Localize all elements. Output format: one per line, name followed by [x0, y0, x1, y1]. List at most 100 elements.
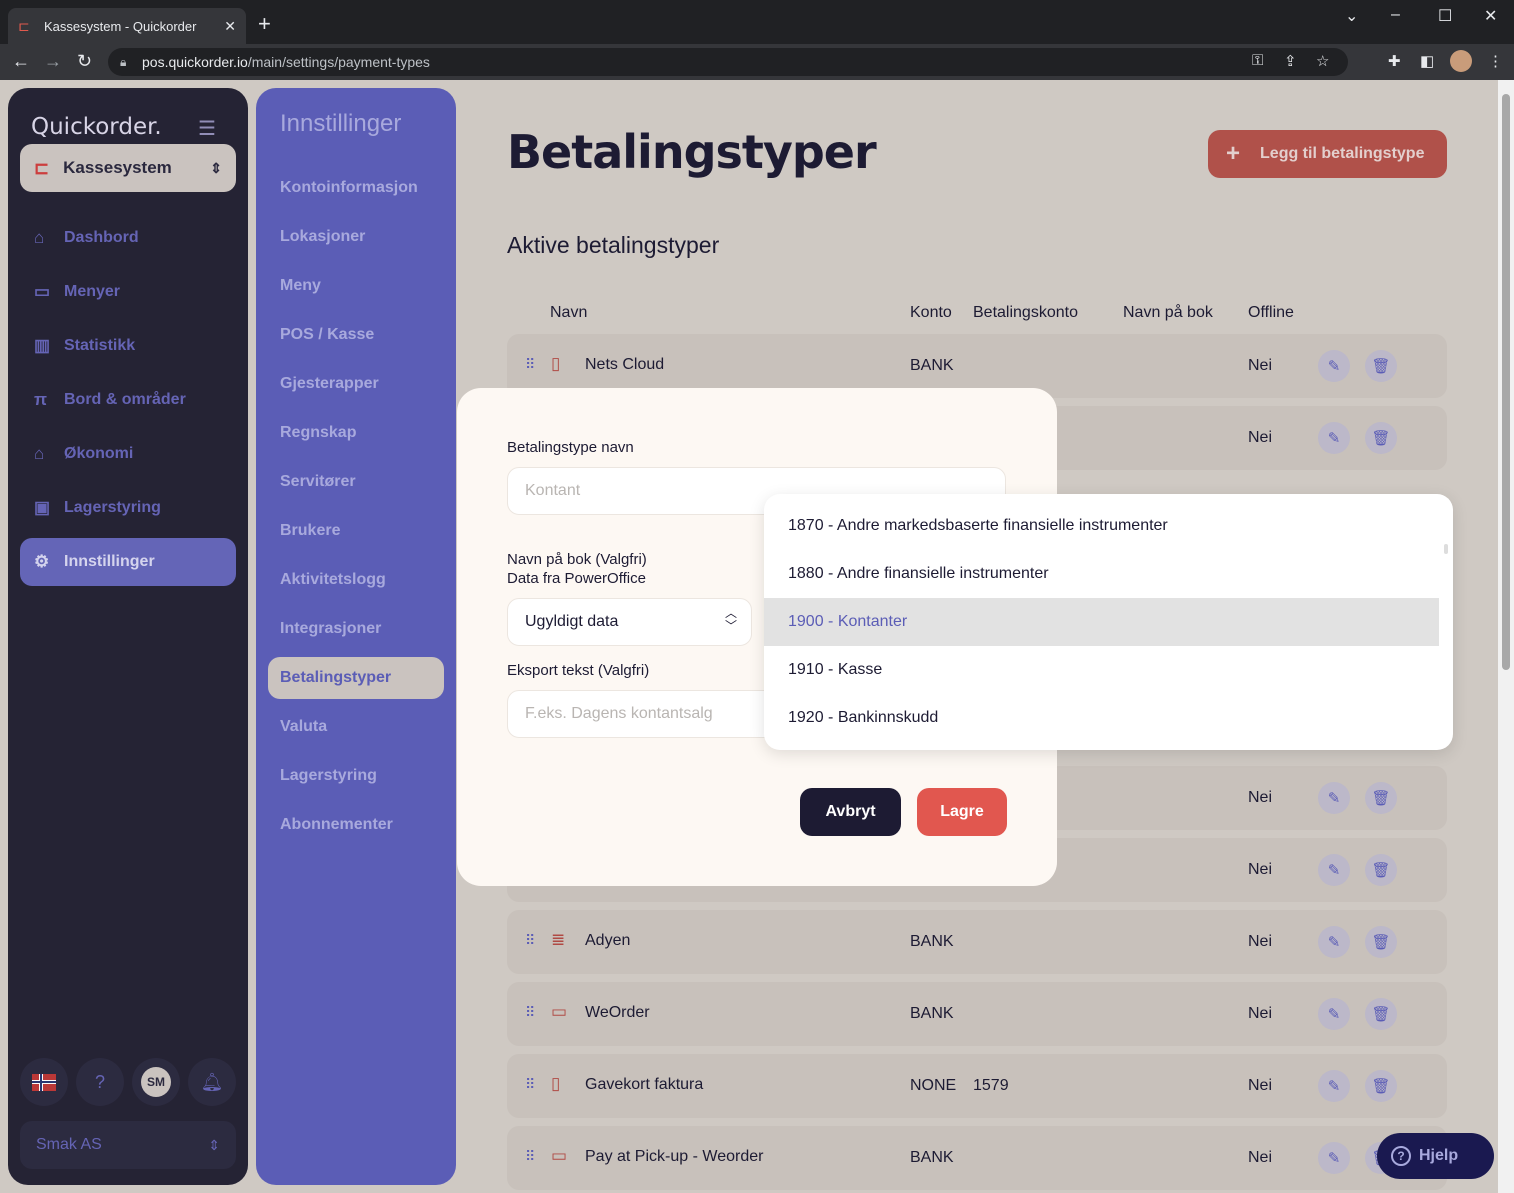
export-text-input[interactable]: F.eks. Dagens kontantsalg	[507, 690, 807, 738]
browser-tab[interactable]: ⊏ Kassesystem - Quickorder ✕	[8, 8, 246, 44]
help-chat-button[interactable]: ? Hjelp	[1377, 1133, 1494, 1179]
settings-item-gjesterapper[interactable]: Gjesterapper	[268, 363, 444, 405]
home-icon: ⌂	[34, 228, 45, 247]
settings-item-brukere[interactable]: Brukere	[268, 510, 444, 552]
chevron-updown-icon: ⇕	[208, 1136, 220, 1153]
table-row[interactable]: ⠿ ▭ WeOrder BANK Nei ✎ 🗑︎	[507, 982, 1447, 1046]
account-dropdown[interactable]: 1870 - Andre markedsbaserte finansielle …	[764, 494, 1453, 750]
settings-item-kontoinformasjon[interactable]: Kontoinformasjon	[268, 167, 444, 209]
nav-dashbord[interactable]: ⌂ Dashbord	[20, 214, 236, 262]
extensions-icon[interactable]: ✚	[1388, 52, 1401, 70]
dropdown-option[interactable]: 1910 - Kasse	[764, 646, 1439, 694]
settings-item-betalingstyper[interactable]: Betalingstyper	[268, 657, 444, 699]
settings-item-pos-kasse[interactable]: POS / Kasse	[268, 314, 444, 356]
user-avatar-button[interactable]: SM	[132, 1058, 180, 1106]
drag-handle-icon[interactable]: ⠿	[525, 356, 535, 373]
nav-okonomi[interactable]: ⌂ Økonomi	[20, 430, 236, 478]
settings-item-abonnementer[interactable]: Abonnementer	[268, 804, 444, 846]
page-scrollbar[interactable]	[1498, 80, 1514, 1193]
edit-pencil-icon[interactable]: ✎	[1318, 998, 1350, 1030]
notifications-button[interactable]: 🔔︎	[188, 1058, 236, 1106]
settings-item-regnskap[interactable]: Regnskap	[268, 412, 444, 454]
drag-handle-icon[interactable]: ⠿	[525, 932, 535, 949]
settings-item-integrasjoner[interactable]: Integrasjoner	[268, 608, 444, 650]
bell-icon: 🔔︎	[200, 1071, 224, 1092]
company-select[interactable]: Smak AS ⇕	[20, 1121, 236, 1169]
coins-icon: ≣	[551, 930, 566, 949]
maximize-icon[interactable]: ☐	[1438, 6, 1452, 26]
table-row[interactable]: ⠿ ▯ Gavekort faktura NONE 1579 Nei ✎ 🗑︎	[507, 1054, 1447, 1118]
nav-lagerstyring[interactable]: ▣ Lagerstyring	[20, 484, 236, 532]
book-select[interactable]: Ugyldigt data ︿ ﹀	[507, 598, 752, 646]
nav-menyer[interactable]: ▭ Menyer	[20, 268, 236, 316]
drag-handle-icon[interactable]: ⠿	[525, 1004, 535, 1021]
table-row[interactable]: ⠿ ≣ Adyen BANK Nei ✎ 🗑︎	[507, 910, 1447, 974]
quickorder-favicon-icon: ⊏	[18, 18, 30, 34]
delete-trash-icon[interactable]: 🗑︎	[1365, 422, 1397, 454]
chrome-profile-avatar[interactable]	[1450, 50, 1472, 72]
edit-pencil-icon[interactable]: ✎	[1318, 350, 1350, 382]
settings-item-lagerstyring[interactable]: Lagerstyring	[268, 755, 444, 797]
nav-label: Statistikk	[64, 337, 136, 354]
new-tab-icon[interactable]: +	[258, 12, 271, 36]
column-header-navn: Navn	[550, 304, 588, 321]
edit-pencil-icon[interactable]: ✎	[1318, 854, 1350, 886]
menu-kebab-icon[interactable]: ⋮	[1488, 52, 1503, 70]
gear-icon: ⚙	[34, 552, 50, 571]
cancel-button[interactable]: Avbryt	[800, 788, 901, 836]
edit-pencil-icon[interactable]: ✎	[1318, 926, 1350, 958]
row-konto: BANK	[910, 1005, 954, 1022]
edit-pencil-icon[interactable]: ✎	[1318, 1070, 1350, 1102]
dropdown-option[interactable]: 1870 - Andre markedsbaserte finansielle …	[764, 502, 1439, 550]
org-select[interactable]: ⊏ Kassesystem ⇕	[20, 144, 236, 192]
minimize-icon[interactable]: –	[1391, 6, 1400, 24]
row-name: Pay at Pick-up - Weorder	[585, 1148, 764, 1165]
close-window-icon[interactable]: ✕	[1484, 6, 1497, 26]
forward-icon[interactable]: →	[44, 51, 62, 72]
delete-trash-icon[interactable]: 🗑︎	[1365, 350, 1397, 382]
delete-trash-icon[interactable]: 🗑︎	[1365, 926, 1397, 958]
address-bar[interactable]: 🔒︎ pos.quickorder.io/main/settings/payme…	[108, 48, 1348, 76]
language-flag-button[interactable]	[20, 1058, 68, 1106]
dropdown-option[interactable]: 1880 - Andre finansielle instrumenter	[764, 550, 1439, 598]
bookmark-star-icon[interactable]: ☆	[1316, 52, 1329, 70]
settings-item-aktivitetslogg[interactable]: Aktivitetslogg	[268, 559, 444, 601]
dropdown-option-selected[interactable]: 1900 - Kontanter	[764, 598, 1439, 646]
row-name: WeOrder	[585, 1004, 650, 1021]
dropdown-option[interactable]: 1920 - Bankinnskudd	[764, 694, 1439, 742]
reload-icon[interactable]: ↻	[77, 51, 92, 72]
settings-item-lokasjoner[interactable]: Lokasjoner	[268, 216, 444, 258]
row-name: Adyen	[585, 932, 631, 949]
settings-item-servitorer[interactable]: Servitører	[268, 461, 444, 503]
share-icon[interactable]: ⇪	[1284, 52, 1297, 70]
add-payment-type-button[interactable]: + Legg til betalingstype	[1208, 130, 1447, 178]
save-button[interactable]: Lagre	[917, 788, 1007, 836]
scrollbar-thumb[interactable]	[1502, 94, 1510, 670]
help-button[interactable]: ?	[76, 1058, 124, 1106]
edit-pencil-icon[interactable]: ✎	[1318, 1142, 1350, 1174]
nav-bord-omrader[interactable]: π Bord & områder	[20, 376, 236, 424]
row-name: Gavekort faktura	[585, 1076, 704, 1093]
edit-pencil-icon[interactable]: ✎	[1318, 782, 1350, 814]
delete-trash-icon[interactable]: 🗑︎	[1365, 782, 1397, 814]
settings-item-meny[interactable]: Meny	[268, 265, 444, 307]
nav-innstillinger[interactable]: ⚙ Innstillinger	[20, 538, 236, 586]
nav-statistikk[interactable]: ▥ Statistikk	[20, 322, 236, 370]
drag-handle-icon[interactable]: ⠿	[525, 1076, 535, 1093]
dropdown-scrollbar[interactable]	[1444, 544, 1448, 554]
delete-trash-icon[interactable]: 🗑︎	[1365, 1070, 1397, 1102]
delete-trash-icon[interactable]: 🗑︎	[1365, 998, 1397, 1030]
edit-pencil-icon[interactable]: ✎	[1318, 422, 1350, 454]
collapse-sidebar-icon[interactable]: ☰	[198, 116, 216, 141]
settings-item-valuta[interactable]: Valuta	[268, 706, 444, 748]
back-icon[interactable]: ←	[12, 51, 30, 72]
drag-handle-icon[interactable]: ⠿	[525, 1148, 535, 1165]
tab-close-icon[interactable]: ✕	[224, 18, 236, 35]
key-icon[interactable]: ⚿	[1252, 52, 1263, 69]
delete-trash-icon[interactable]: 🗑︎	[1365, 854, 1397, 886]
plus-icon: +	[1226, 140, 1241, 167]
archive-icon: ▣	[34, 498, 51, 517]
tab-search-icon[interactable]: ⌄	[1345, 6, 1358, 26]
table-row[interactable]: ⠿ ▭ Pay at Pick-up - Weorder BANK Nei ✎ …	[507, 1126, 1447, 1190]
side-panel-icon[interactable]: ◧	[1420, 52, 1434, 70]
